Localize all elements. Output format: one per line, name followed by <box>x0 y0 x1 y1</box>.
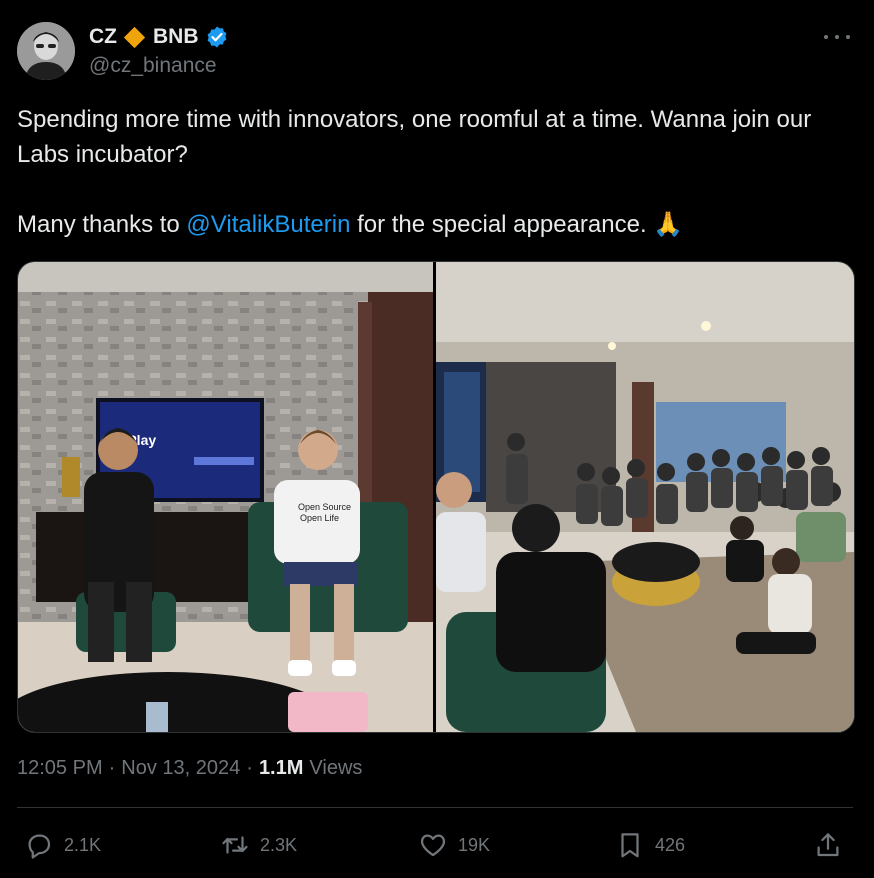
bookmark-icon <box>621 833 639 858</box>
media-grid: irPlay Open Source Open Life <box>17 261 855 733</box>
bookmark-count: 426 <box>655 834 686 855</box>
more-dot <box>846 35 850 39</box>
shirt-text-2: Open Life <box>300 513 339 523</box>
tweet-line-1: Spending more time with innovators, one … <box>17 106 812 168</box>
tweet-line-2: Many thanks to @VitalikButerin for the s… <box>17 207 847 242</box>
author-handle[interactable]: @cz_binance <box>89 54 217 78</box>
reply-icon <box>28 834 51 859</box>
share-button[interactable] <box>813 826 843 864</box>
repost-icon <box>222 836 248 854</box>
more-dot <box>835 35 839 39</box>
author-name-row[interactable]: CZ BNB <box>89 23 229 51</box>
photo-right[interactable] <box>436 262 854 732</box>
share-icon <box>817 833 839 857</box>
bnb-diamond-icon <box>123 26 146 48</box>
views-label: Views <box>309 757 363 779</box>
tweet-meta: 12:05 PM · Nov 13, 2024 · 1.1M Views <box>17 757 362 780</box>
avatar-portrait-icon <box>17 22 75 80</box>
reply-count: 2.1K <box>64 834 102 855</box>
photo-two-people-icon: irPlay Open Source Open Life <box>18 262 433 732</box>
shirt-text-1: Open Source <box>298 502 351 512</box>
repost-button[interactable]: 2.3K <box>220 826 297 864</box>
meta-separator: · <box>246 757 253 779</box>
repost-count: 2.3K <box>260 834 298 855</box>
avatar[interactable] <box>17 22 75 80</box>
divider <box>17 807 853 808</box>
reply-button[interactable]: 2.1K <box>24 826 101 864</box>
tweet-time[interactable]: 12:05 PM <box>17 757 103 780</box>
more-options-icon[interactable] <box>824 26 850 48</box>
verified-badge-icon <box>207 26 226 48</box>
photo-group-room-icon <box>436 262 854 732</box>
heart-icon <box>420 834 446 857</box>
bookmark-button[interactable]: 426 <box>615 826 685 864</box>
tweet-line-2-prefix: Many thanks to <box>17 211 187 238</box>
views-count: 1.1M <box>258 757 304 779</box>
tweet-text: Spending more time with innovators, one … <box>17 102 847 242</box>
action-bar: 2.1K 2.3K 19K 426 <box>17 826 853 864</box>
like-count: 19K <box>458 834 491 855</box>
author-name[interactable]: CZ <box>89 25 117 49</box>
tweet-line-2-suffix: for the special appearance. <box>350 211 654 238</box>
mention-link[interactable]: @VitalikButerin <box>186 211 350 238</box>
author-name-suffix[interactable]: BNB <box>153 25 199 49</box>
tweet-date[interactable]: Nov 13, 2024 <box>121 757 240 780</box>
photo-left[interactable]: irPlay Open Source Open Life <box>18 262 436 732</box>
pray-emoji: 🙏 <box>653 211 684 238</box>
more-dot <box>824 35 828 39</box>
like-button[interactable]: 19K <box>418 826 490 864</box>
meta-separator: · <box>108 757 116 779</box>
